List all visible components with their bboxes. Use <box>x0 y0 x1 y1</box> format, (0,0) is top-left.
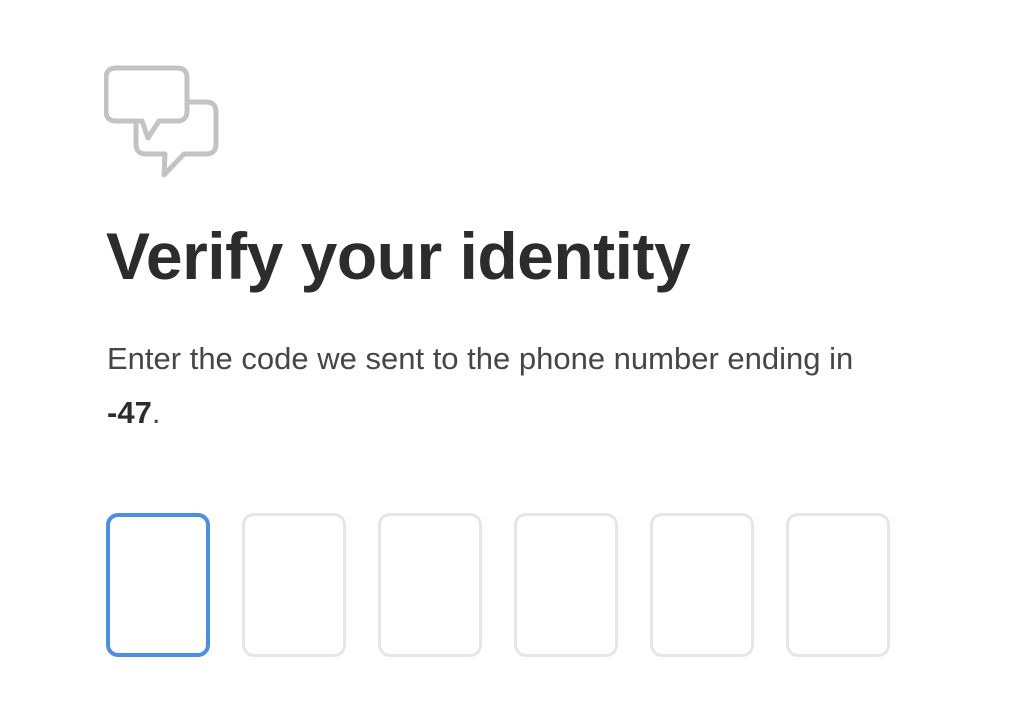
chat-bubbles-icon <box>104 65 219 178</box>
code-digit-2[interactable] <box>242 513 346 657</box>
code-digit-6[interactable] <box>786 513 890 657</box>
code-digit-5[interactable] <box>650 513 754 657</box>
page-title: Verify your identity <box>106 219 691 293</box>
code-digit-3[interactable] <box>378 513 482 657</box>
instructions-prefix: Enter the code we sent to the phone numb… <box>107 341 854 376</box>
code-digit-1[interactable] <box>106 513 210 657</box>
instructions-text: Enter the code we sent to the phone numb… <box>107 332 897 440</box>
code-digit-4[interactable] <box>514 513 618 657</box>
instructions-suffix: . <box>151 395 161 430</box>
verify-identity-page: Verify your identity Enter the code we s… <box>0 0 1010 728</box>
verification-code-inputs <box>106 513 890 657</box>
phone-suffix: -47 <box>107 395 152 430</box>
